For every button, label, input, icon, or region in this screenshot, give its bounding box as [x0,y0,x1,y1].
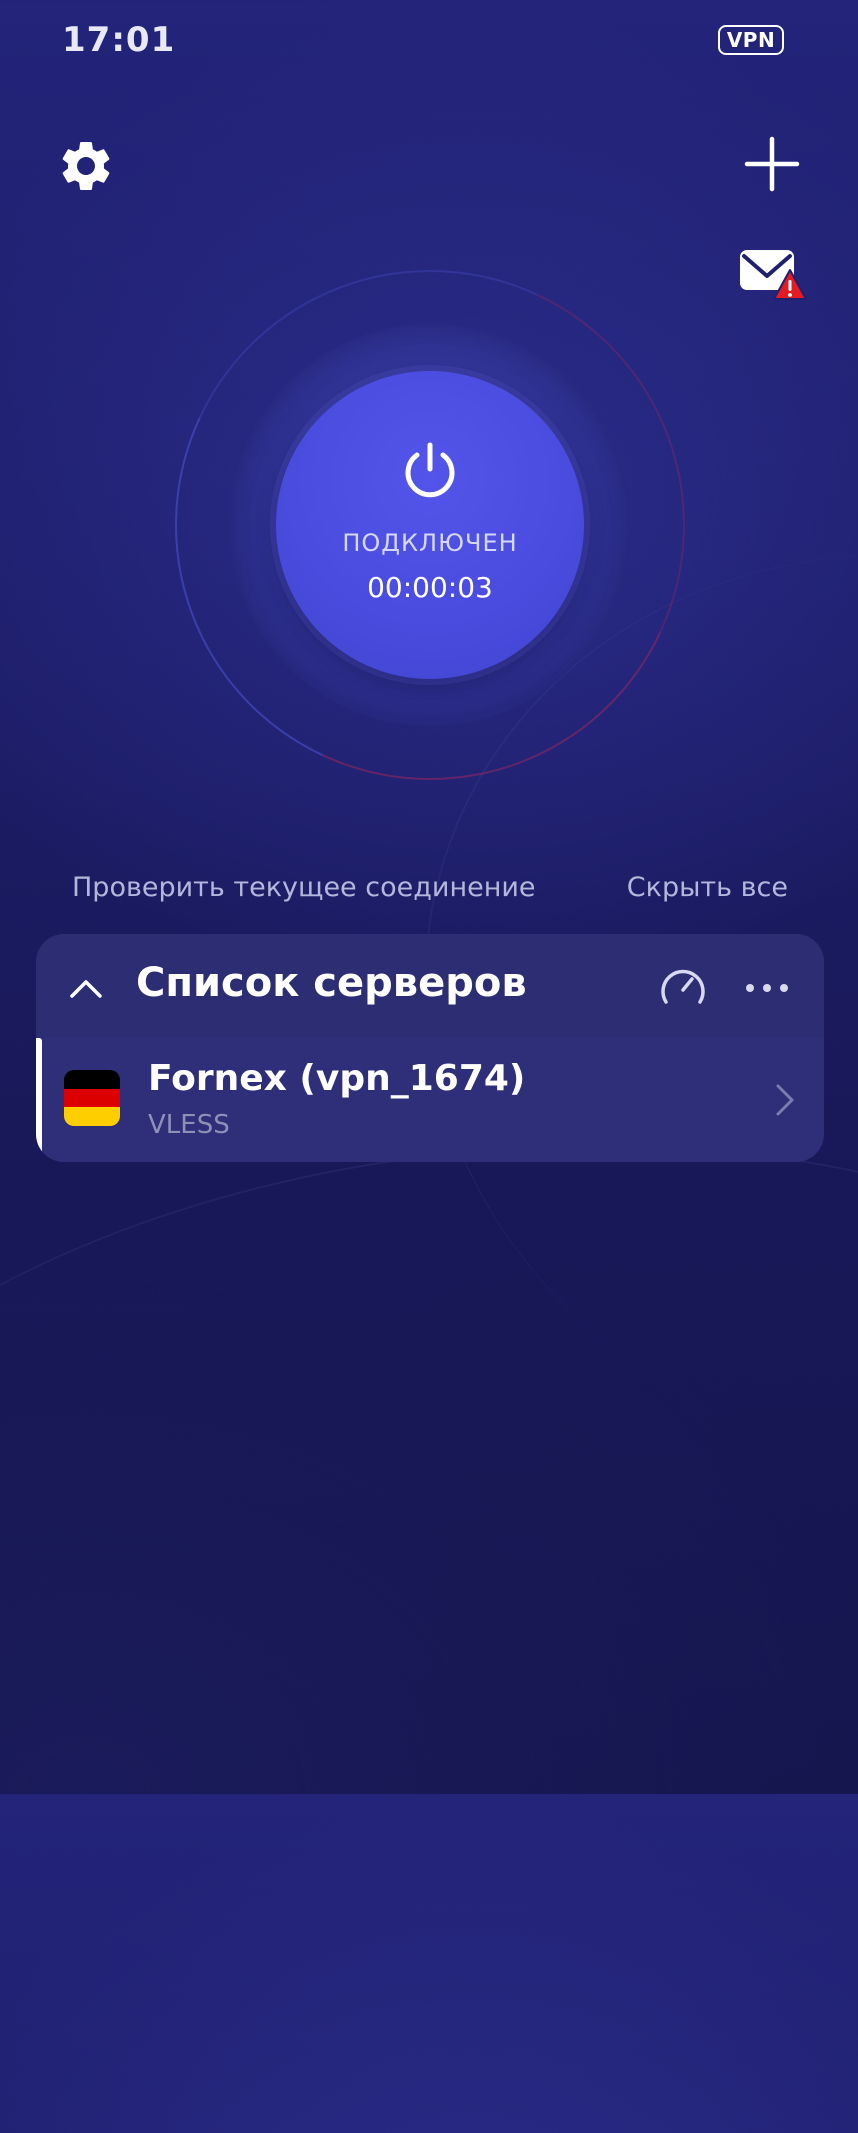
speed-test-button[interactable] [658,962,708,1012]
server-list-header: Список серверов [36,934,824,1038]
add-server-button[interactable] [740,132,804,196]
server-row[interactable]: Fornex (vpn_1674) VLESS [36,1038,824,1162]
more-options-button[interactable] [742,968,792,1008]
messages-button[interactable] [738,244,808,302]
server-name: Fornex (vpn_1674) [148,1058,526,1099]
collapse-button[interactable] [66,968,106,1008]
server-list-panel: Список серверов Fornex (vpn_1674) VLESS [36,934,824,1162]
server-protocol: VLESS [148,1110,230,1140]
power-icon [405,442,455,498]
mail-alert-icon [740,250,807,300]
chevron-up-icon [70,980,102,998]
hide-all-link[interactable]: Скрыть все [627,872,788,903]
plus-icon [744,136,800,192]
flag-stripe [64,1107,120,1126]
settings-button[interactable] [52,132,120,200]
connection-status: ПОДКЛЮЧЕН [342,529,518,557]
check-connection-link[interactable]: Проверить текущее соединение [72,872,536,903]
flag-stripe [64,1070,120,1089]
more-dots-icon [746,984,788,992]
status-bar: 17:01 VPN [0,0,858,84]
vpn-status-badge: VPN [718,25,784,55]
server-list-title: Список серверов [136,960,527,1006]
flag-stripe [64,1088,120,1108]
selected-indicator [36,1038,42,1162]
connection-orb: ПОДКЛЮЧЕН 00:00:03 [103,198,757,852]
speedometer-icon [661,969,705,1004]
status-clock: 17:01 [62,20,176,60]
connect-toggle-button[interactable]: ПОДКЛЮЧЕН 00:00:03 [276,371,584,679]
gear-icon [62,142,110,190]
chevron-right-icon [776,1084,794,1116]
connection-timer: 00:00:03 [367,571,493,604]
germany-flag-icon [64,1070,120,1126]
background-swoosh [0,1068,858,2133]
